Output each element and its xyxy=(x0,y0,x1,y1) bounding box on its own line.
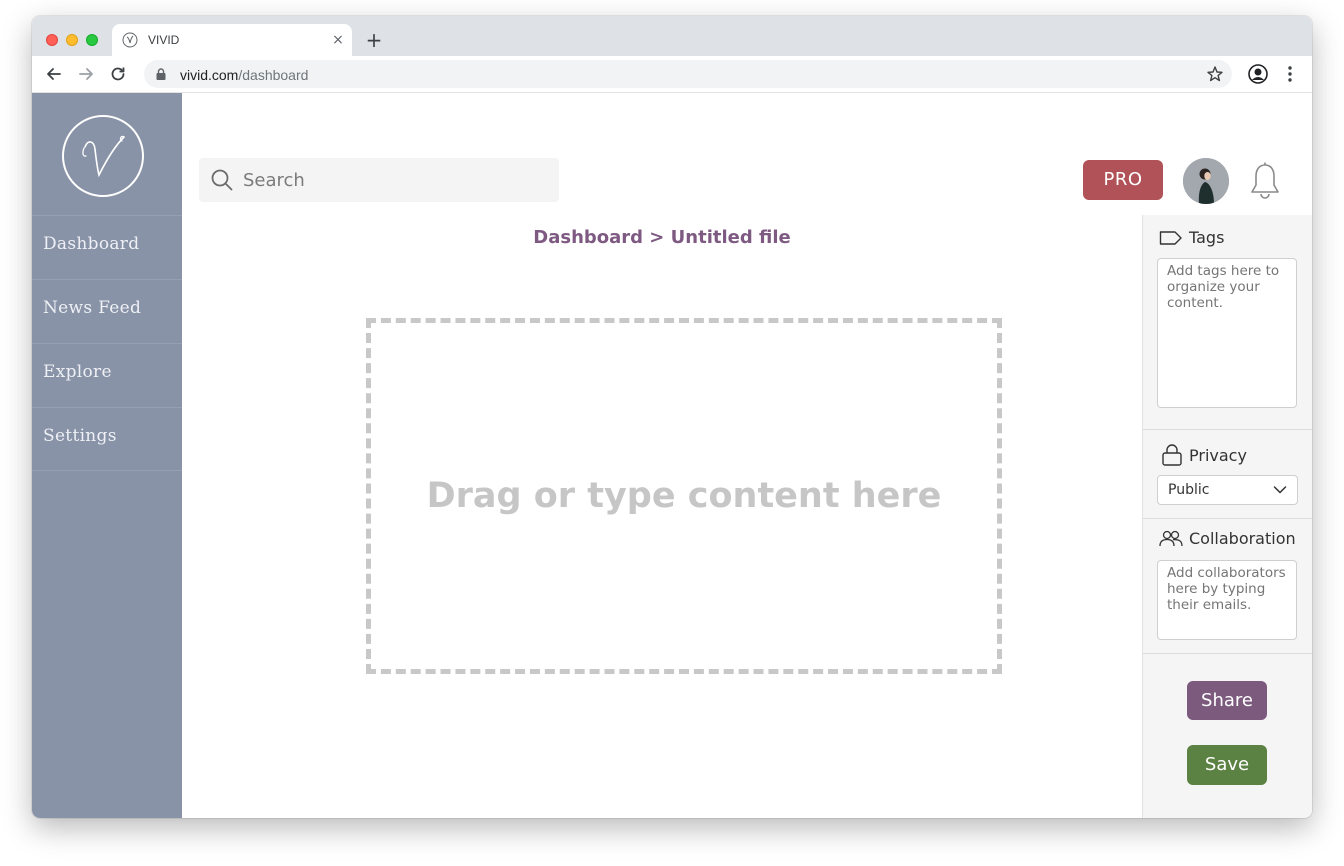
new-tab-button[interactable]: + xyxy=(364,30,384,50)
url-text: vivid.com/dashboard xyxy=(180,67,309,83)
sidebar-nav: Dashboard News Feed Explore Settings xyxy=(32,215,182,471)
tags-label: Tags xyxy=(1189,228,1225,247)
bookmark-star-icon[interactable] xyxy=(1206,65,1224,83)
lock-icon xyxy=(156,68,166,80)
divider xyxy=(1143,429,1312,430)
vivid-favicon-icon xyxy=(122,32,138,48)
vivid-logo[interactable] xyxy=(62,115,144,197)
user-avatar-icon xyxy=(1183,158,1229,204)
lock-icon xyxy=(1162,444,1182,466)
privacy-label: Privacy xyxy=(1189,445,1247,465)
privacy-heading: Privacy xyxy=(1161,444,1247,466)
search-input[interactable] xyxy=(243,158,543,202)
avatar[interactable] xyxy=(1183,158,1229,204)
back-arrow-icon[interactable] xyxy=(44,64,64,84)
right-panel: Tags Privacy Public xyxy=(1142,215,1312,818)
search-icon xyxy=(211,169,233,191)
tags-heading: Tags xyxy=(1159,228,1224,247)
sidebar-item-news-feed[interactable]: News Feed xyxy=(32,279,182,343)
privacy-select[interactable]: Public xyxy=(1157,475,1298,505)
browser-tab[interactable]: VIVID × xyxy=(112,24,352,56)
divider xyxy=(1143,518,1312,519)
tag-icon xyxy=(1159,230,1182,245)
divider xyxy=(1143,653,1312,654)
forward-arrow-icon[interactable] xyxy=(76,64,96,84)
sidebar-item-settings[interactable]: Settings xyxy=(32,407,182,471)
privacy-select-value: Public xyxy=(1168,482,1210,498)
reload-icon[interactable] xyxy=(108,64,128,84)
sidebar-item-explore[interactable]: Explore xyxy=(32,343,182,407)
close-window-button[interactable] xyxy=(46,34,58,46)
collaborators-input[interactable] xyxy=(1157,560,1297,640)
collaboration-label: Collaboration xyxy=(1189,529,1296,548)
dropzone-text: Drag or type content here xyxy=(426,476,942,516)
top-header: PRO xyxy=(182,93,1312,215)
save-button[interactable]: Save xyxy=(1187,745,1267,785)
profile-icon[interactable] xyxy=(1248,64,1268,84)
tab-title: VIVID xyxy=(148,33,180,47)
pro-button[interactable]: PRO xyxy=(1083,160,1163,200)
tab-strip: VIVID × + xyxy=(32,16,1312,56)
chevron-down-icon xyxy=(1273,486,1287,494)
collaboration-heading: Collaboration xyxy=(1159,529,1296,548)
close-tab-icon[interactable]: × xyxy=(330,32,346,48)
browser-toolbar: vivid.com/dashboard xyxy=(32,56,1312,93)
tags-input[interactable] xyxy=(1157,258,1297,408)
minimize-window-button[interactable] xyxy=(66,34,78,46)
address-bar[interactable]: vivid.com/dashboard xyxy=(144,60,1232,88)
notification-bell-icon[interactable] xyxy=(1248,161,1282,201)
browser-menu-icon[interactable] xyxy=(1282,64,1298,84)
content-dropzone[interactable]: Drag or type content here xyxy=(366,318,1002,674)
vivid-logo-icon xyxy=(82,135,125,178)
browser-window: VIVID × + vivid.com/dashboard Dashboard … xyxy=(32,16,1312,818)
search-box[interactable] xyxy=(199,158,559,202)
sidebar-item-dashboard[interactable]: Dashboard xyxy=(32,215,182,279)
app-root: Dashboard News Feed Explore Settings PRO xyxy=(32,93,1312,818)
sidebar: Dashboard News Feed Explore Settings xyxy=(32,93,182,818)
editor-area: Dashboard > Untitled file Drag or type c… xyxy=(182,215,1142,818)
maximize-window-button[interactable] xyxy=(86,34,98,46)
share-button[interactable]: Share xyxy=(1187,681,1267,720)
users-icon xyxy=(1159,530,1183,546)
breadcrumb[interactable]: Dashboard > Untitled file xyxy=(182,227,1142,248)
